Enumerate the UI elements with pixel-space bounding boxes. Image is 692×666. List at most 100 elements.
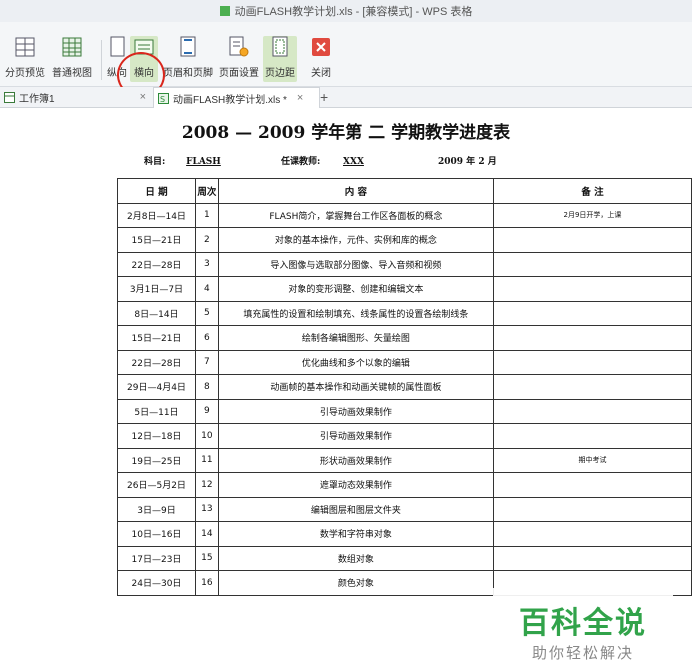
- cell-content[interactable]: 数学和字符串对象: [217, 521, 494, 547]
- cell-week[interactable]: 7: [194, 349, 219, 375]
- cell-week[interactable]: 11: [194, 447, 219, 473]
- table-row[interactable]: 19日—25日 11 形状动画效果制作 期中考试: [117, 447, 692, 473]
- tab-workbook1[interactable]: 工作簿1 ×: [0, 87, 150, 107]
- cell-content[interactable]: 遮罩动态效果制作: [217, 472, 494, 498]
- cell-content[interactable]: 引导动画效果制作: [217, 423, 494, 449]
- window-titlebar: 动画FLASH教学计划.xls - [兼容模式] - WPS 表格: [0, 0, 692, 22]
- cell-content[interactable]: 编辑图层和图层文件夹: [217, 496, 494, 522]
- cell-week[interactable]: 16: [194, 570, 219, 596]
- table-row[interactable]: 17日—23日 15 数组对象: [117, 545, 692, 571]
- table-row[interactable]: 15日—21日 2 对象的基本操作，元件、实例和库的概念: [117, 227, 692, 253]
- cell-week[interactable]: 15: [194, 545, 219, 571]
- close-preview-button[interactable]: 关闭: [310, 36, 332, 82]
- cell-content[interactable]: 对象的基本操作，元件、实例和库的概念: [217, 227, 494, 253]
- cell-content[interactable]: 填充属性的设置和绘制填充、线条属性的设置各绘制线条: [217, 300, 494, 326]
- table-row[interactable]: 12日—18日 10 引导动画效果制作: [117, 423, 692, 449]
- cell-content[interactable]: 形状动画效果制作: [217, 447, 494, 473]
- cell-date[interactable]: 3日—9日: [117, 496, 196, 522]
- cell-week[interactable]: 12: [194, 472, 219, 498]
- cell-week[interactable]: 6: [194, 325, 219, 351]
- cell-week[interactable]: 8: [194, 374, 219, 400]
- table-row[interactable]: 3日—9日 13 编辑图层和图层文件夹: [117, 496, 692, 522]
- cell-content[interactable]: 颜色对象: [217, 570, 494, 596]
- document-date: 2009 年 2 月: [438, 157, 497, 167]
- cell-date[interactable]: 24日—30日: [117, 570, 196, 596]
- cell-content[interactable]: 绘制各编辑图形、矢量绘图: [217, 325, 494, 351]
- cell-date[interactable]: 12日—18日: [117, 423, 196, 449]
- cell-note[interactable]: [492, 472, 692, 498]
- table-row[interactable]: 5日—11日 9 引导动画效果制作: [117, 398, 692, 424]
- landscape-page-icon: [133, 36, 155, 58]
- cell-note[interactable]: [492, 300, 692, 326]
- cell-date[interactable]: 17日—23日: [117, 545, 196, 571]
- table-header-row: 日 期 周次 内 容 备 注: [117, 178, 692, 204]
- table-row[interactable]: 15日—21日 6 绘制各编辑图形、矢量绘图: [117, 325, 692, 351]
- cell-date[interactable]: 26日—5月2日: [117, 472, 196, 498]
- portrait-button[interactable]: 纵向: [106, 36, 128, 82]
- landscape-button[interactable]: 横向: [130, 36, 158, 82]
- cell-week[interactable]: 5: [194, 300, 219, 326]
- table-row[interactable]: 22日—28日 7 优化曲线和多个以象的编辑: [117, 349, 692, 375]
- cell-week[interactable]: 4: [194, 276, 219, 302]
- normal-view-button[interactable]: 普通视图: [52, 36, 92, 82]
- page-break-preview-icon: [14, 36, 36, 58]
- table-row[interactable]: 29日—4月4日 8 动画帧的基本操作和动画关键帧的属性面板: [117, 374, 692, 400]
- close-icon: [310, 36, 332, 58]
- cell-week[interactable]: 1: [194, 202, 219, 228]
- cell-note[interactable]: [492, 423, 692, 449]
- cell-week[interactable]: 2: [194, 227, 219, 253]
- cell-week[interactable]: 13: [194, 496, 219, 522]
- cell-content[interactable]: 动画帧的基本操作和动画关键帧的属性面板: [217, 374, 494, 400]
- cell-note[interactable]: [492, 276, 692, 302]
- cell-content[interactable]: 对象的变形调整、创建和编辑文本: [217, 276, 494, 302]
- cell-date[interactable]: 29日—4月4日: [117, 374, 196, 400]
- cell-content[interactable]: FLASH简介，掌握舞台工作区各面板的概念: [217, 202, 494, 228]
- cell-date[interactable]: 15日—21日: [117, 227, 196, 253]
- cell-date[interactable]: 19日—25日: [117, 447, 196, 473]
- cell-note[interactable]: 2月9日开学，上课: [492, 202, 692, 228]
- margins-button[interactable]: 页边距: [263, 36, 297, 82]
- cell-date[interactable]: 22日—28日: [117, 251, 196, 277]
- cell-date[interactable]: 5日—11日: [117, 398, 196, 424]
- header-footer-button[interactable]: 页眉和页脚: [163, 36, 213, 82]
- print-preview-toolbar: 分页预览 普通视图 纵向 横向 页眉和页脚 页面设置 页边距 关闭: [0, 22, 692, 98]
- page-setup-button[interactable]: 页面设置: [219, 36, 259, 82]
- cell-week[interactable]: 10: [194, 423, 219, 449]
- cell-week[interactable]: 14: [194, 521, 219, 547]
- tab-close-icon[interactable]: ×: [297, 92, 303, 104]
- cell-note[interactable]: [492, 374, 692, 400]
- tab-close-icon[interactable]: ×: [140, 91, 146, 103]
- table-row[interactable]: 3月1日—7日 4 对象的变形调整、创建和编辑文本: [117, 276, 692, 302]
- cell-content[interactable]: 数组对象: [217, 545, 494, 571]
- table-row[interactable]: 10日—16日 14 数学和字符串对象: [117, 521, 692, 547]
- cell-note[interactable]: [492, 349, 692, 375]
- cell-note[interactable]: [492, 521, 692, 547]
- toolbar-separator: [101, 40, 102, 80]
- cell-week[interactable]: 9: [194, 398, 219, 424]
- cell-content[interactable]: 导入图像与选取部分图像、导入音频和视频: [217, 251, 494, 277]
- table-row[interactable]: 26日—5月2日 12 遮罩动态效果制作: [117, 472, 692, 498]
- cell-content[interactable]: 引导动画效果制作: [217, 398, 494, 424]
- table-row[interactable]: 2月8日—14日 1 FLASH简介，掌握舞台工作区各面板的概念 2月9日开学，上课: [117, 202, 692, 228]
- cell-note[interactable]: [492, 398, 692, 424]
- cell-note[interactable]: 期中考试: [492, 447, 692, 473]
- cell-note[interactable]: [492, 496, 692, 522]
- cell-date[interactable]: 3月1日—7日: [117, 276, 196, 302]
- cell-date[interactable]: 22日—28日: [117, 349, 196, 375]
- new-tab-button[interactable]: +: [320, 87, 328, 107]
- table-row[interactable]: 8日—14日 5 填充属性的设置和绘制填充、线条属性的设置各绘制线条: [117, 300, 692, 326]
- cell-date[interactable]: 2月8日—14日: [117, 202, 196, 228]
- cell-week[interactable]: 3: [194, 251, 219, 277]
- cell-date[interactable]: 8日—14日: [117, 300, 196, 326]
- table-row[interactable]: 22日—28日 3 导入图像与选取部分图像、导入音频和视频: [117, 251, 692, 277]
- schedule-table: 日 期 周次 内 容 备 注 2月8日—14日 1 FLASH简介，掌握舞台工作区各…: [117, 178, 692, 596]
- cell-date[interactable]: 10日—16日: [117, 521, 196, 547]
- cell-note[interactable]: [492, 251, 692, 277]
- cell-note[interactable]: [492, 325, 692, 351]
- cell-note[interactable]: [492, 545, 692, 571]
- cell-content[interactable]: 优化曲线和多个以象的编辑: [217, 349, 494, 375]
- cell-date[interactable]: 15日—21日: [117, 325, 196, 351]
- tab-flash-plan[interactable]: S 动画FLASH教学计划.xls * ×: [153, 87, 320, 108]
- cell-note[interactable]: [492, 227, 692, 253]
- page-break-preview-button[interactable]: 分页预览: [5, 36, 45, 82]
